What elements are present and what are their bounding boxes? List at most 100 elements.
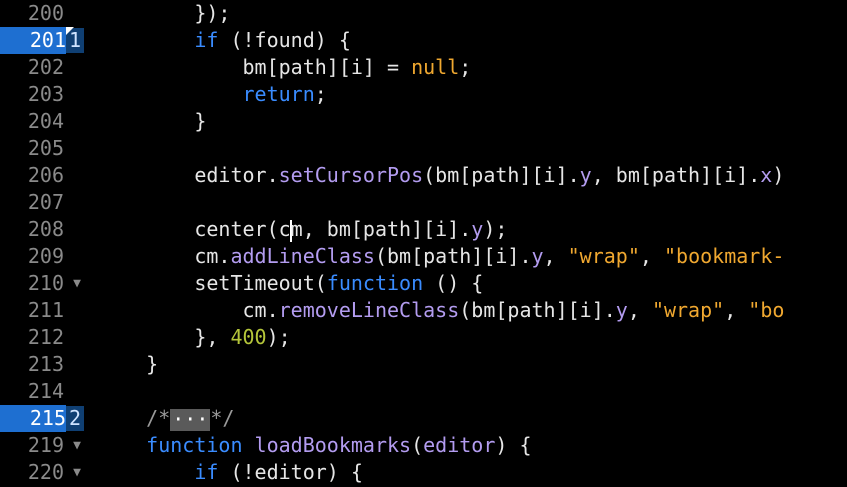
code-token: ( xyxy=(411,433,424,457)
line-number[interactable]: 215 xyxy=(0,405,66,432)
bookmark-marker[interactable]: 2 xyxy=(66,406,84,431)
line-number[interactable]: 206 xyxy=(0,162,64,189)
code-token: (bm[path][i]. xyxy=(459,298,616,322)
code-line[interactable]: 203 return; xyxy=(0,81,847,108)
identifier-token: setCursorPos xyxy=(278,163,424,187)
line-number[interactable]: 208 xyxy=(0,216,64,243)
code-token: , xyxy=(627,298,652,322)
code-token: } xyxy=(194,109,207,133)
string-token: "wrap" xyxy=(567,244,640,268)
code-token: setTimeout( xyxy=(194,271,327,295)
code-text[interactable]: editor.setCursorPos(bm[path][i].y, bm[pa… xyxy=(98,162,784,189)
fold-toggle-icon[interactable]: ▼ xyxy=(69,432,85,459)
keyword-token: function xyxy=(326,271,424,295)
code-line[interactable]: 220 ▼ if (!editor) { xyxy=(0,459,847,486)
code-line[interactable]: 205 xyxy=(0,135,847,162)
string-token: "bo xyxy=(748,298,785,322)
line-number[interactable]: 214 xyxy=(0,378,64,405)
line-number[interactable]: 213 xyxy=(0,351,64,378)
code-text[interactable]: bm[path][i] = null; xyxy=(98,54,472,81)
code-text[interactable]: if (!found) { xyxy=(98,27,351,54)
code-line[interactable]: 215 2 /* ··· */ xyxy=(0,405,847,432)
code-token: } xyxy=(146,352,159,376)
code-line[interactable]: 210 ▼ setTimeout(function () { xyxy=(0,270,847,297)
code-line[interactable]: 214 xyxy=(0,378,847,405)
identifier-token: y xyxy=(615,298,628,322)
code-editor[interactable]: 200 }); 201 1 if (!found) {202 bm[path][i]… xyxy=(0,0,847,487)
line-number[interactable]: 207 xyxy=(0,189,64,216)
line-number[interactable]: 220 xyxy=(0,459,64,486)
code-token: m, bm[path][i]. xyxy=(290,217,472,241)
line-number[interactable]: 201 xyxy=(0,27,66,54)
line-number[interactable]: 212 xyxy=(0,324,64,351)
code-text[interactable]: cm.addLineClass(bm[path][i].y, "wrap", "… xyxy=(98,243,784,270)
identifier-token: y xyxy=(471,217,484,241)
line-number[interactable]: 209 xyxy=(0,243,64,270)
identifier-token: removeLineClass xyxy=(278,298,460,322)
code-text[interactable]: center(cm, bm[path][i].y); xyxy=(98,216,507,243)
line-number[interactable]: 219 xyxy=(0,432,64,459)
code-token: (!editor) { xyxy=(218,460,363,484)
code-text[interactable]: /* ··· */ xyxy=(98,405,234,432)
number-token: 400 xyxy=(230,325,267,349)
code-token: editor. xyxy=(194,163,279,187)
code-text[interactable]: }); xyxy=(98,0,230,27)
code-line[interactable]: 206 editor.setCursorPos(bm[path][i].y, b… xyxy=(0,162,847,189)
code-line[interactable]: 204 } xyxy=(0,108,847,135)
identifier-token: y xyxy=(579,163,592,187)
line-number[interactable]: 204 xyxy=(0,108,64,135)
code-line[interactable]: 202 bm[path][i] = null; xyxy=(0,54,847,81)
code-token: }, xyxy=(194,325,231,349)
code-line[interactable]: 211 cm.removeLineClass(bm[path][i].y, "w… xyxy=(0,297,847,324)
code-line[interactable]: 209 cm.addLineClass(bm[path][i].y, "wrap… xyxy=(0,243,847,270)
code-token: , xyxy=(639,244,664,268)
code-text[interactable]: cm.removeLineClass(bm[path][i].y, "wrap"… xyxy=(98,297,785,324)
code-line[interactable]: 207 xyxy=(0,189,847,216)
code-token: ; xyxy=(314,82,327,106)
keyword-token: if xyxy=(194,460,219,484)
keyword-token: if xyxy=(194,28,219,52)
identifier-token: editor xyxy=(423,433,496,457)
code-text[interactable]: function loadBookmarks(editor) { xyxy=(98,432,531,459)
code-text[interactable]: setTimeout(function () { xyxy=(98,270,483,297)
code-text[interactable]: return; xyxy=(98,81,327,108)
line-number[interactable]: 205 xyxy=(0,135,64,162)
comment-token: /* xyxy=(146,406,171,430)
keyword-token: function xyxy=(146,433,243,457)
string-token: "bookmark- xyxy=(663,244,785,268)
line-number[interactable]: 200 xyxy=(0,0,64,27)
code-token: center(c xyxy=(194,217,291,241)
code-text[interactable]: } xyxy=(98,108,206,135)
folded-code-ellipsis[interactable]: ··· xyxy=(170,408,211,431)
code-line[interactable]: 208 center(cm, bm[path][i].y); xyxy=(0,216,847,243)
code-line[interactable]: 212 }, 400); xyxy=(0,324,847,351)
code-token: ; xyxy=(459,55,472,79)
fold-toggle-icon[interactable]: ▼ xyxy=(69,270,85,297)
code-token: , xyxy=(543,244,568,268)
code-line[interactable]: 219 ▼ function loadBookmarks(editor) { xyxy=(0,432,847,459)
identifier-token: y xyxy=(531,244,544,268)
line-number[interactable]: 203 xyxy=(0,81,64,108)
code-text[interactable]: if (!editor) { xyxy=(98,459,363,486)
code-text[interactable]: } xyxy=(98,351,158,378)
code-line[interactable]: 201 1 if (!found) { xyxy=(0,27,847,54)
code-line[interactable]: 213 } xyxy=(0,351,847,378)
code-line[interactable]: 200 }); xyxy=(0,0,847,27)
line-number[interactable]: 202 xyxy=(0,54,64,81)
fold-toggle-icon[interactable]: ▼ xyxy=(69,459,85,486)
keyword-token: return xyxy=(242,82,315,106)
code-text[interactable]: }, 400); xyxy=(98,324,290,351)
line-number[interactable]: 210 xyxy=(0,270,64,297)
line-number[interactable]: 211 xyxy=(0,297,64,324)
literal-token: null xyxy=(411,55,460,79)
